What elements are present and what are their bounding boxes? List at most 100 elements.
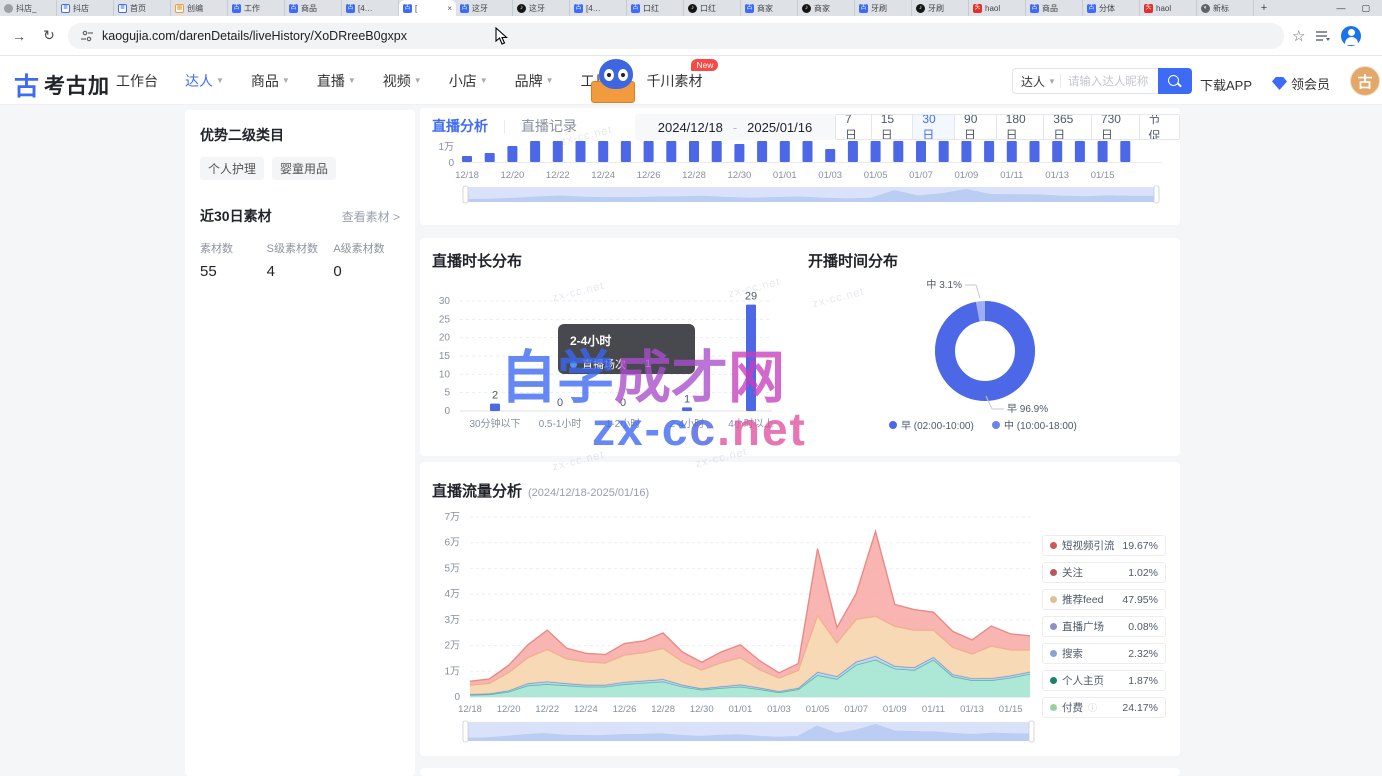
browser-tab-14[interactable]: 古商家 xyxy=(741,0,798,16)
maximize-button[interactable]: ▢ xyxy=(1361,3,1370,14)
nav-item-工作台[interactable]: 工作台 xyxy=(116,71,158,91)
browser-tab-2[interactable]: ≣抖店 xyxy=(57,0,114,16)
browser-tab-16[interactable]: 古牙刷 xyxy=(855,0,912,16)
browser-tab-11[interactable]: 古[4… xyxy=(570,0,627,16)
reading-list-icon[interactable] xyxy=(1315,29,1331,43)
view-material-link[interactable]: 查看素材 > xyxy=(342,208,400,225)
legend-短视频引流[interactable]: 短视频引流19.67% xyxy=(1042,535,1166,556)
svg-text:中 3.1%: 中 3.1% xyxy=(926,278,962,291)
tab-title: 口红 xyxy=(700,3,716,14)
browser-tab-21[interactable]: 头haol xyxy=(1140,0,1197,16)
nav-item-视频[interactable]: 视频▼ xyxy=(383,71,422,91)
new-tab-button[interactable]: + xyxy=(1254,0,1274,16)
talent-search-box[interactable]: 达人▼ 请输入达人昵称 xyxy=(1012,68,1192,94)
legend-个人主页[interactable]: 个人主页1.87% xyxy=(1042,670,1166,691)
url-text[interactable]: kaogujia.com/darenDetails/liveHistory/Xo… xyxy=(102,29,407,43)
duration-and-start-time-charts[interactable]: 30252015105020012930分钟以下0.5-1小时1-2小时2-4小… xyxy=(420,238,1180,456)
window-controls: —▢ xyxy=(1324,0,1382,16)
browser-window: 抖店_≣抖店≣首页▦创编古工作古商品古[4…古[×古这牙♪这牙古[4…古口红♪口… xyxy=(0,0,1382,776)
tab-title: 口红 xyxy=(643,3,659,14)
browser-tab-6[interactable]: 古商品 xyxy=(285,0,342,16)
download-app-link[interactable]: 下载APP xyxy=(1200,75,1252,94)
legend-value: 47.95% xyxy=(1122,594,1158,606)
minimize-button[interactable]: — xyxy=(1336,3,1345,13)
kaogujia-favicon: 古 xyxy=(859,4,868,13)
browser-tab-20[interactable]: 古分体 xyxy=(1083,0,1140,16)
search-category-dropdown[interactable]: 达人▼ xyxy=(1013,73,1060,90)
douyin-favicon: ♪ xyxy=(517,4,526,13)
legend-value: 2.32% xyxy=(1128,648,1158,660)
browser-tab-17[interactable]: ♪牙刷 xyxy=(912,0,969,16)
tab-title: 牙刷 xyxy=(871,3,887,14)
browser-tab-12[interactable]: 古口红 xyxy=(627,0,684,16)
svg-text:12/26: 12/26 xyxy=(613,704,637,715)
browser-tab-8[interactable]: 古[× xyxy=(399,0,456,16)
legend-关注[interactable]: 关注1.02% xyxy=(1042,562,1166,583)
bookmark-star-icon[interactable]: ☆ xyxy=(1292,27,1305,45)
browser-tab-7[interactable]: 古[4… xyxy=(342,0,399,16)
svg-text:4小时以上: 4小时以上 xyxy=(728,418,774,430)
browser-tab-5[interactable]: 古工作 xyxy=(228,0,285,16)
search-input[interactable]: 请输入达人昵称 xyxy=(1061,73,1159,89)
browser-tab-9[interactable]: 古这牙 xyxy=(456,0,513,16)
kaogujia-logo-icon: 古 xyxy=(14,67,39,103)
svg-text:01/09: 01/09 xyxy=(883,704,907,715)
reload-button[interactable]: ↻ xyxy=(38,25,60,47)
legend-搜索[interactable]: 搜索2.32% xyxy=(1042,643,1166,664)
browser-tab-3[interactable]: ≣首页 xyxy=(114,0,171,16)
browser-tab-18[interactable]: 头haol xyxy=(969,0,1026,16)
nav-item-小店[interactable]: 小店▼ xyxy=(449,71,488,91)
address-bar[interactable]: kaogujia.com/darenDetails/liveHistory/Xo… xyxy=(68,23,1284,49)
tab-title: [4… xyxy=(586,4,601,13)
search-button[interactable] xyxy=(1158,68,1192,94)
user-avatar[interactable]: 古 xyxy=(1350,66,1380,96)
browser-tab-19[interactable]: 古商品 xyxy=(1026,0,1083,16)
svg-text:12/24: 12/24 xyxy=(591,170,615,181)
browser-tab-4[interactable]: ▦创编 xyxy=(171,0,228,16)
stat-value: 55 xyxy=(200,263,267,280)
browser-tab-1[interactable]: 抖店_ xyxy=(0,0,57,16)
nav-item-千川素材[interactable]: 千川素材New xyxy=(646,71,702,91)
tab-title: 这牙 xyxy=(529,3,545,14)
svg-text:早 96.9%: 早 96.9% xyxy=(1007,403,1048,415)
browser-tab-10[interactable]: ♪这牙 xyxy=(513,0,570,16)
site-settings-icon[interactable] xyxy=(80,29,94,43)
svg-text:01/11: 01/11 xyxy=(922,704,945,715)
forward-button[interactable]: → xyxy=(8,25,30,47)
legend-dot xyxy=(1050,623,1057,630)
browser-tab-22[interactable]: ◐新标 xyxy=(1197,0,1254,16)
stat-S级素材数: S级素材数4 xyxy=(267,240,334,280)
tab-title: 商品 xyxy=(1042,3,1058,14)
legend-付费[interactable]: 付费ⓘ24.17% xyxy=(1042,697,1166,718)
chevron-down-icon: ▼ xyxy=(546,76,554,85)
browser-profile-icon[interactable] xyxy=(1341,26,1361,46)
get-membership-link[interactable]: 领会员 xyxy=(1272,74,1330,93)
legend-推荐feed[interactable]: 推荐feed47.95% xyxy=(1042,589,1166,610)
svg-text:29: 29 xyxy=(745,291,757,303)
daily-sessions-chart[interactable]: 1万012/1812/2012/2212/2412/2612/2812/3001… xyxy=(420,136,1180,225)
tab-title: 首页 xyxy=(130,3,146,14)
svg-text:0: 0 xyxy=(448,158,454,169)
svg-text:12/18: 12/18 xyxy=(455,170,479,181)
nav-item-达人[interactable]: 达人▼ xyxy=(185,71,224,91)
legend-直播广场[interactable]: 直播广场0.08% xyxy=(1042,616,1166,637)
tab-live-analysis[interactable]: 直播分析 xyxy=(432,116,488,136)
material-stats: 素材数55S级素材数4A级素材数0 xyxy=(200,240,400,280)
nav-item-商品[interactable]: 商品▼ xyxy=(251,71,290,91)
info-icon[interactable]: ⓘ xyxy=(1088,701,1097,714)
mascot-banner[interactable] xyxy=(585,57,647,105)
tooltip-value: 1 xyxy=(645,358,651,370)
browser-tab-13[interactable]: ♪口红 xyxy=(684,0,741,16)
browser-tab-15[interactable]: ♪商家 xyxy=(798,0,855,16)
svg-text:5: 5 xyxy=(444,388,450,399)
tab-live-records[interactable]: 直播记录 xyxy=(521,116,577,136)
kaogujia-logo[interactable]: 古 考古加 xyxy=(14,67,110,103)
distribution-card: 直播时长分布 开播时间分布 30252015105020012930分钟以下0.… xyxy=(420,238,1180,456)
svg-text:01/11: 01/11 xyxy=(1000,170,1023,181)
nav-item-直播[interactable]: 直播▼ xyxy=(317,71,356,91)
tab-close-icon[interactable]: × xyxy=(447,4,452,13)
category-tags: 个人护理婴童用品 xyxy=(200,157,400,180)
flow-chart-subtitle: (2024/12/18-2025/01/16) xyxy=(528,487,649,499)
nav-item-品牌[interactable]: 品牌▼ xyxy=(515,71,554,91)
tooltip-title: 2-4小时 xyxy=(570,332,683,349)
